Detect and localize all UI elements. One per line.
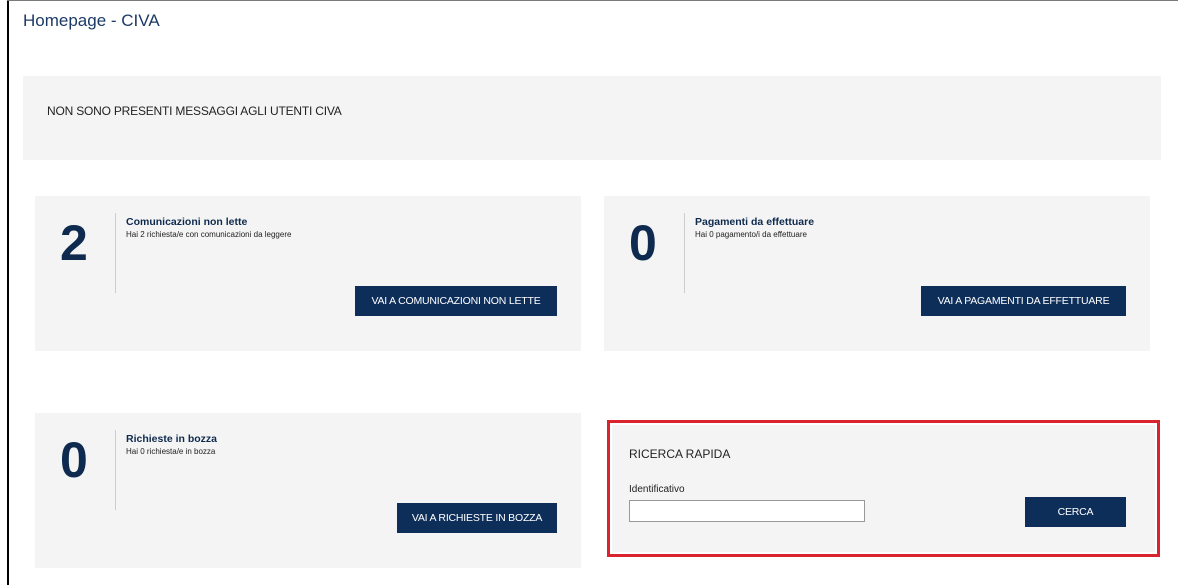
search-button[interactable]: CERCA bbox=[1025, 497, 1126, 527]
page-title: Homepage - CIVA bbox=[23, 11, 160, 30]
go-to-unread-button[interactable]: VAI A COMUNICAZIONI NON LETTE bbox=[355, 286, 557, 316]
message-banner: NON SONO PRESENTI MESSAGGI AGLI UTENTI C… bbox=[23, 76, 1161, 160]
message-text: NON SONO PRESENTI MESSAGGI AGLI UTENTI C… bbox=[47, 104, 342, 118]
quick-search-panel: RICERCA RAPIDA Identificativo CERCA bbox=[607, 420, 1160, 557]
payments-count: 0 bbox=[629, 215, 657, 271]
card-subtitle: Hai 2 richiesta/e con comunicazioni da l… bbox=[126, 230, 292, 239]
quick-search-body: RICERCA RAPIDA Identificativo CERCA bbox=[612, 425, 1155, 552]
card-title: Richieste in bozza bbox=[126, 433, 218, 445]
card-title: Comunicazioni non lette bbox=[126, 216, 248, 228]
card-payments: 0 Pagamenti da effettuare Hai 0 pagament… bbox=[604, 196, 1150, 351]
card-unread-communications: 2 Comunicazioni non lette Hai 2 richiest… bbox=[35, 196, 581, 351]
card-title: Pagamenti da effettuare bbox=[695, 216, 815, 228]
identifier-input[interactable] bbox=[629, 500, 865, 522]
quick-search-title: RICERCA RAPIDA bbox=[629, 447, 731, 461]
card-subtitle: Hai 0 pagamento/i da effettuare bbox=[695, 230, 807, 239]
window-top-border bbox=[7, 0, 1178, 1]
card-divider bbox=[684, 213, 685, 293]
window-left-border bbox=[7, 0, 9, 585]
drafts-count: 0 bbox=[60, 432, 88, 488]
card-drafts: 0 Richieste in bozza Hai 0 richiesta/e i… bbox=[35, 413, 581, 568]
card-divider bbox=[115, 430, 116, 510]
unread-count: 2 bbox=[60, 215, 88, 271]
card-subtitle: Hai 0 richiesta/e in bozza bbox=[126, 447, 216, 456]
card-divider bbox=[115, 213, 116, 293]
go-to-drafts-button[interactable]: VAI A RICHIESTE IN BOZZA bbox=[397, 503, 557, 533]
identifier-label: Identificativo bbox=[629, 484, 685, 495]
go-to-payments-button[interactable]: VAI A PAGAMENTI DA EFFETTUARE bbox=[921, 286, 1126, 316]
